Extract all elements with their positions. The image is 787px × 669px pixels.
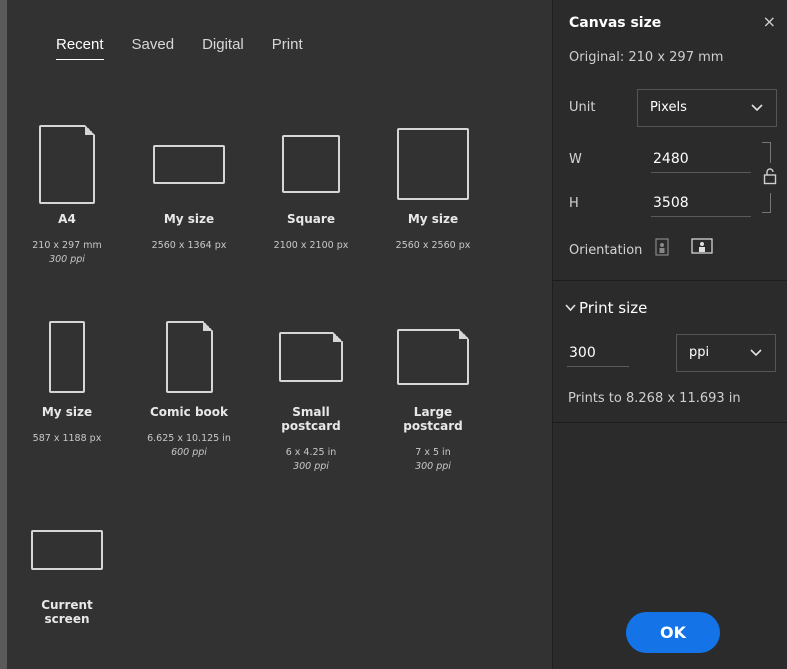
preset-ppi: 300 ppi: [415, 461, 451, 472]
preset-name: My size: [407, 212, 459, 226]
left-edge-strip: [0, 0, 7, 669]
screen-icon: [31, 530, 103, 570]
preset-comic-book[interactable]: Comic book 6.625 x 10.125 in 600 ppi: [139, 315, 239, 458]
chevron-down-icon: [565, 304, 576, 312]
preset-dims: 7 x 5 in: [415, 447, 451, 458]
tab-recent[interactable]: Recent: [56, 36, 104, 60]
preset-ppi: 300 ppi: [293, 461, 329, 472]
preset-dims: 6.625 x 10.125 in: [147, 433, 231, 444]
preset-dims: 2100 x 2100 px: [273, 240, 349, 251]
tall-rectangle-icon: [49, 321, 85, 393]
page-icon: [279, 332, 343, 382]
chevron-down-icon: [749, 335, 763, 386]
preset-thumbnail: [139, 315, 239, 395]
orientation-label: Orientation: [569, 243, 643, 258]
unit-value: Pixels: [650, 100, 687, 115]
print-size-label: Print size: [579, 299, 648, 317]
preset-dims: 587 x 1188 px: [32, 433, 102, 444]
page-icon: [39, 125, 95, 204]
square-icon: [397, 128, 469, 200]
preset-thumbnail: [17, 315, 117, 395]
width-label: W: [569, 152, 582, 167]
preset-name: Current screen: [41, 598, 93, 626]
preset-thumbnail: [383, 122, 483, 202]
preset-square[interactable]: Square 2100 x 2100 px: [261, 122, 361, 251]
landscape-orientation-icon[interactable]: [691, 238, 713, 254]
width-input[interactable]: [651, 151, 751, 173]
preset-thumbnail: [17, 508, 117, 588]
tab-print[interactable]: Print: [272, 36, 303, 60]
preset-thumbnail: [261, 122, 361, 202]
divider: [553, 422, 787, 423]
unit-select[interactable]: Pixels: [637, 89, 777, 127]
resolution-unit-select[interactable]: ppi: [676, 334, 776, 372]
preset-my-size-landscape[interactable]: My size 2560 x 1364 px: [139, 122, 239, 251]
preset-my-size-square[interactable]: My size 2560 x 2560 px: [383, 122, 483, 251]
preset-small-postcard[interactable]: Small postcard 6 x 4.25 in 300 ppi: [261, 315, 361, 472]
preset-name: Small postcard: [281, 405, 341, 433]
close-icon[interactable]: ×: [763, 12, 776, 31]
link-bracket-top: [762, 142, 771, 163]
preset-dims: 210 x 297 mm: [32, 240, 102, 251]
page-icon: [166, 321, 213, 393]
page-icon: [397, 329, 469, 385]
preset-name: A4: [58, 212, 76, 226]
tab-saved[interactable]: Saved: [132, 36, 175, 60]
preset-current-screen[interactable]: Current screen: [17, 508, 117, 626]
preset-thumbnail: [383, 315, 483, 395]
square-icon: [282, 135, 340, 193]
height-label: H: [569, 196, 579, 211]
canvas-size-panel: Canvas size × Original: 210 x 297 mm Uni…: [552, 0, 787, 669]
preset-a4[interactable]: A4 210 x 297 mm 300 ppi: [17, 122, 117, 265]
panel-title: Canvas size: [569, 15, 662, 31]
preset-my-size-portrait[interactable]: My size 587 x 1188 px: [17, 315, 117, 444]
preset-thumbnail: [261, 315, 361, 395]
prints-to-text: Prints to 8.268 x 11.693 in: [568, 391, 741, 406]
link-bracket-bottom: [762, 193, 771, 213]
preset-large-postcard[interactable]: Large postcard 7 x 5 in 300 ppi: [383, 315, 483, 472]
preset-ppi: 300 ppi: [49, 254, 85, 265]
preset-area: Recent Saved Digital Print A4 210 x 297 …: [7, 0, 552, 669]
preset-dims: 6 x 4.25 in: [285, 447, 337, 458]
chevron-down-icon: [750, 90, 764, 141]
unit-label: Unit: [569, 100, 596, 115]
preset-name: Square: [287, 212, 335, 226]
divider: [553, 280, 787, 281]
preset-name: Comic book: [149, 405, 229, 419]
unlock-icon[interactable]: [763, 167, 777, 189]
rectangle-icon: [153, 145, 225, 184]
print-size-toggle[interactable]: Print size: [565, 299, 647, 317]
preset-name: My size: [163, 212, 215, 226]
ok-button[interactable]: OK: [626, 612, 720, 653]
preset-name: My size: [41, 405, 93, 419]
preset-dims: 2560 x 2560 px: [395, 240, 471, 251]
height-input[interactable]: [651, 195, 751, 217]
preset-ppi: 600 ppi: [171, 447, 207, 458]
original-size: Original: 210 x 297 mm: [569, 50, 724, 65]
portrait-orientation-icon[interactable]: [655, 238, 673, 256]
preset-thumbnail: [17, 122, 117, 204]
preset-thumbnail: [139, 122, 239, 202]
resolution-input[interactable]: [567, 345, 629, 367]
preset-tabs: Recent Saved Digital Print: [56, 36, 331, 60]
tab-digital[interactable]: Digital: [202, 36, 244, 60]
resolution-unit-value: ppi: [689, 345, 710, 360]
preset-dims: 2560 x 1364 px: [151, 240, 227, 251]
preset-name: Large postcard: [403, 405, 463, 433]
